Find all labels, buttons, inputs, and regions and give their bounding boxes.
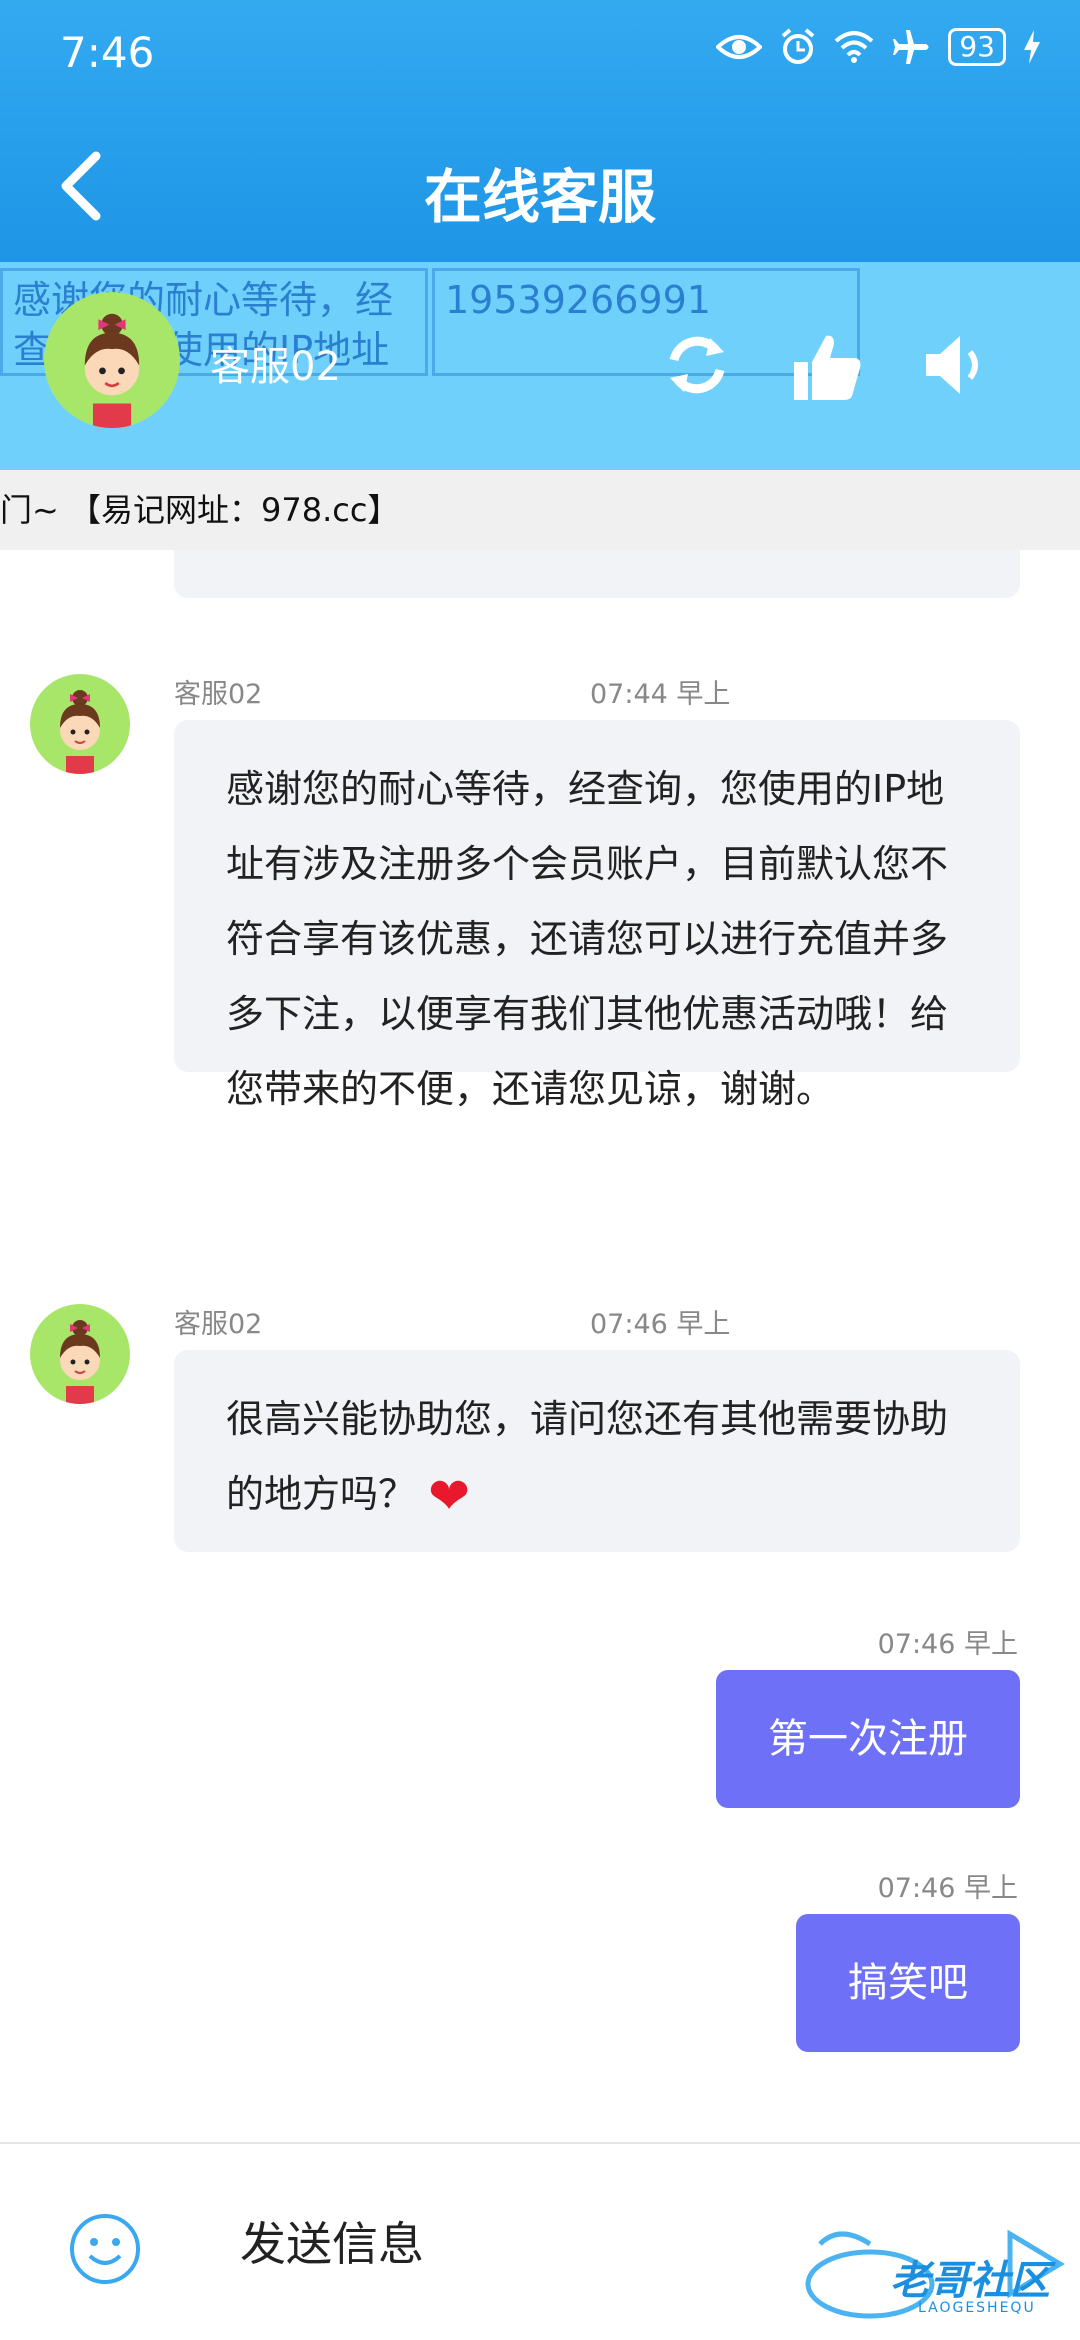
watermark-logo: 老哥社区 LAOGESHEQU: [800, 2214, 1070, 2324]
airplane-icon: [892, 28, 930, 66]
wifi-icon: [834, 31, 874, 63]
input-bar: 老哥社区 LAOGESHEQU: [0, 2142, 1080, 2340]
agent-avatar: [30, 1304, 130, 1404]
status-icons: 93: [716, 28, 1040, 66]
agent-bar: 感谢您的耐心等待，经查询，您使用的IP地址 19539266991 客服02: [0, 262, 1080, 470]
agent-avatar: [30, 674, 130, 774]
header-bar: 7:46 93 在线客服: [0, 0, 1080, 262]
emoji-button[interactable]: [68, 2212, 142, 2286]
alarm-icon: [780, 28, 816, 66]
status-time: 7:46: [60, 28, 155, 77]
chat-area[interactable]: 客服02 07:44 早上 感谢您的耐心等待，经查询，您使用的IP地址有涉及注册…: [0, 550, 1080, 2142]
message-bubble-previous: [174, 550, 1020, 598]
message-bubble: 很高兴能协助您，请问您还有其他需要协助的地方吗？ ❤: [174, 1350, 1020, 1552]
message-text: 很高兴能协助您，请问您还有其他需要协助的地方吗？: [226, 1397, 949, 1516]
message-sender: 客服02: [174, 679, 263, 710]
outgoing-message-bubble[interactable]: 搞笑吧: [796, 1914, 1020, 2052]
speaker-icon[interactable]: [920, 330, 990, 400]
message-bubble: 感谢您的耐心等待，经查询，您使用的IP地址有涉及注册多个会员账户，目前默认您不符…: [174, 720, 1020, 1111]
page-title: 在线客服: [423, 163, 656, 231]
thumbs-up-icon[interactable]: [790, 330, 861, 400]
announcement-marquee: 门~ 【易记网址：978.cc】: [0, 470, 1080, 550]
heart-emoji-icon: ❤: [428, 1467, 471, 1525]
message-time: 07:44 早上: [590, 679, 731, 710]
battery-indicator: 93: [948, 28, 1006, 66]
message-input[interactable]: [240, 2204, 760, 2284]
message-time: 07:46 早上: [590, 1309, 731, 1340]
message-time: 07:46 早上: [877, 1873, 1018, 1904]
watermark-text: 老哥社区: [890, 2258, 1050, 2304]
watermark-subtext: LAOGESHEQU: [918, 2300, 1036, 2316]
eye-icon: [716, 32, 763, 62]
agent-avatar: [44, 292, 180, 428]
outgoing-message-bubble[interactable]: 第一次注册: [716, 1670, 1020, 1808]
charging-icon: [1024, 30, 1040, 64]
agent-name: 客服02: [210, 344, 341, 390]
refresh-icon[interactable]: [662, 330, 732, 400]
message-sender: 客服02: [174, 1309, 263, 1340]
message-time: 07:46 早上: [877, 1629, 1018, 1660]
